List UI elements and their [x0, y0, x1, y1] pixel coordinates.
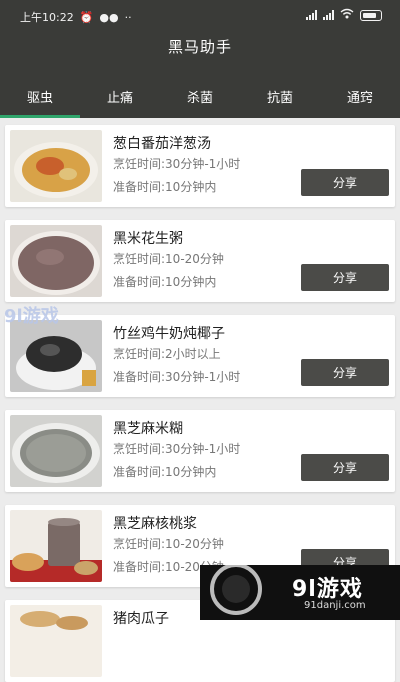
- svg-text:9l游戏: 9l游戏: [4, 305, 59, 327]
- share-button[interactable]: 分享: [301, 169, 389, 196]
- signal-icon-2: [323, 10, 334, 20]
- recipe-name: 竹丝鸡牛奶炖椰子: [113, 326, 225, 342]
- recipe-image: [10, 225, 102, 297]
- cook-time: 烹饪时间:30分钟-1小时: [113, 157, 241, 171]
- recipe-name: 葱白番茄洋葱汤: [113, 136, 211, 152]
- tab-zhitong[interactable]: 止痛: [80, 84, 160, 118]
- tab-kangjun[interactable]: 抗菌: [240, 84, 320, 118]
- status-time: 上午10:22: [20, 11, 74, 24]
- page-title: 黑马助手: [167, 38, 232, 56]
- wifi-icon: [340, 8, 354, 22]
- watermark-logo: 9l游戏: [2, 303, 102, 327]
- watermark-brand: 9l游戏: [292, 577, 363, 602]
- recipe-card[interactable]: 黑芝麻米糊 烹饪时间:30分钟-1小时 准备时间:10分钟内 分享: [5, 410, 395, 492]
- recipe-name: 猪肉瓜子: [113, 611, 169, 627]
- cook-time: 烹饪时间:30分钟-1小时: [113, 442, 241, 456]
- watermark-circle-icon: [210, 563, 262, 615]
- recipe-name: 黑芝麻核桃浆: [113, 516, 197, 532]
- recipe-name: 黑米花生粥: [113, 231, 183, 247]
- cook-time: 烹饪时间:10-20分钟: [113, 252, 224, 266]
- tab-shajun[interactable]: 杀菌: [160, 84, 240, 118]
- prep-time: 准备时间:10分钟内: [113, 275, 217, 289]
- watermark-banner: 9l游戏 91danji.com: [200, 563, 400, 620]
- prep-time: 准备时间:30分钟-1小时: [113, 370, 241, 384]
- recipe-card[interactable]: 黑米花生粥 烹饪时间:10-20分钟 准备时间:10分钟内 分享: [5, 220, 395, 302]
- recipe-image: [10, 510, 102, 582]
- recipe-image: [10, 415, 102, 487]
- recipe-image: [10, 605, 102, 677]
- tab-quchong[interactable]: 驱虫: [0, 84, 80, 118]
- prep-time: 准备时间:10分钟内: [113, 465, 217, 479]
- status-bar: 上午10:22 ⏰ ●● ··: [0, 0, 400, 30]
- share-button[interactable]: 分享: [301, 264, 389, 291]
- recipe-image: [10, 320, 102, 392]
- recipe-name: 黑芝麻米糊: [113, 421, 183, 437]
- battery-icon: [360, 9, 382, 21]
- recipe-card[interactable]: 竹丝鸡牛奶炖椰子 烹饪时间:2小时以上 准备时间:30分钟-1小时 分享: [5, 315, 395, 397]
- watermark-url: 91danji.com: [304, 600, 366, 611]
- share-button[interactable]: 分享: [301, 454, 389, 481]
- category-tabs: 驱虫 止痛 杀菌 抗菌 通窍: [0, 84, 400, 118]
- more-notifications-icon: ··: [124, 10, 132, 24]
- recipe-card[interactable]: 葱白番茄洋葱汤 烹饪时间:30分钟-1小时 准备时间:10分钟内 分享: [5, 125, 395, 207]
- alarm-icon: ⏰: [79, 10, 94, 24]
- prep-time: 准备时间:10分钟内: [113, 180, 217, 194]
- cook-time: 烹饪时间:2小时以上: [113, 347, 221, 361]
- cook-time: 烹饪时间:10-20分钟: [113, 537, 224, 551]
- signal-icon: [306, 10, 317, 20]
- share-button[interactable]: 分享: [301, 359, 389, 386]
- wechat-icon: ●●: [99, 10, 119, 24]
- recipe-image: [10, 130, 102, 202]
- tab-tongqiao[interactable]: 通窍: [320, 84, 400, 118]
- app-header: 上午10:22 ⏰ ●● ·· 黑马助手 驱虫 止痛 杀菌 抗菌 通窍: [0, 0, 400, 118]
